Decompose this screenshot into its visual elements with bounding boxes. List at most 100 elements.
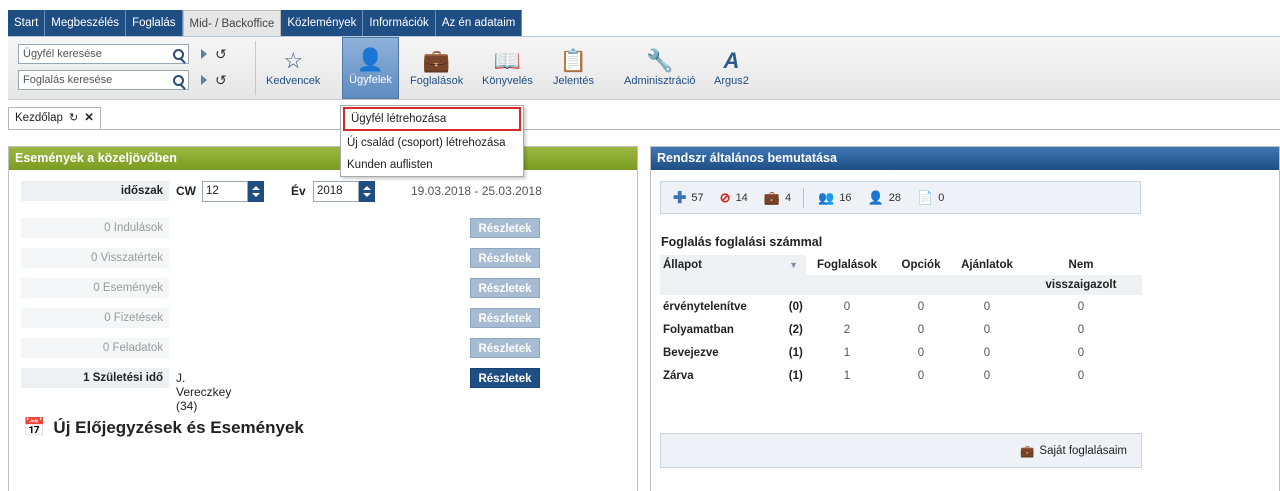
stat-value: 0: [938, 191, 945, 204]
new-events-title: Új Előjegyzések és Események: [53, 417, 304, 437]
search-icon[interactable]: [173, 74, 184, 86]
stat-documents[interactable]: 📄 0: [917, 190, 944, 206]
stat-clients[interactable]: 👤 28: [868, 190, 901, 206]
toolbar-administration-button[interactable]: 🔧 Adminisztráció: [624, 37, 696, 99]
column-header: Nem: [1068, 259, 1094, 271]
count-cell: (0): [788, 300, 803, 313]
tab-az-en-adataim[interactable]: Az én adataim: [435, 10, 523, 36]
year-value[interactable]: 2018: [313, 181, 359, 202]
table-row[interactable]: Zárva (1) 1 0 0 0: [660, 364, 1142, 387]
toolbar-argus2-button[interactable]: A Argus2: [714, 37, 749, 99]
toolbar-label: Jelentés: [553, 75, 594, 87]
menu-item-list-clients[interactable]: Kunden auflisten: [341, 154, 523, 176]
event-label: 0 Események: [21, 278, 169, 298]
year-stepper[interactable]: 2018: [313, 181, 375, 202]
page-tab-label: Kezdőlap: [15, 112, 63, 124]
customer-icon: 👤: [356, 47, 385, 72]
count-cell: (1): [788, 369, 803, 382]
my-bookings-label: Saját foglalásaim: [1039, 444, 1127, 457]
report-icon: 📋: [559, 48, 588, 73]
tab-kozlemenyek[interactable]: Közlemények: [281, 10, 364, 36]
offers-cell: 0: [983, 300, 991, 313]
details-button[interactable]: Részletek: [470, 308, 540, 328]
panel-title: Rendszr általános bemutatása: [651, 147, 1279, 170]
spinner-icon[interactable]: [248, 181, 264, 202]
blocked-icon: ⊘: [719, 189, 731, 205]
offers-cell: 0: [983, 346, 991, 359]
my-bookings-footer: 💼 Saját foglalásaim: [660, 433, 1142, 468]
tab-start[interactable]: Start: [8, 10, 46, 36]
booking-search-input[interactable]: Foglalás keresése: [18, 70, 189, 90]
page-tab-home[interactable]: Kezdőlap ↻ ✕: [8, 107, 101, 129]
toolbar-bookings-button[interactable]: 💼 Foglalások: [410, 37, 463, 99]
spinner-icon[interactable]: [359, 181, 375, 202]
toolbar-label: Ügyfelek: [349, 74, 392, 86]
stat-value: 4: [785, 191, 792, 204]
booking-search-row: Foglalás keresése ↺: [18, 70, 227, 90]
stat-groups[interactable]: 👥 16: [818, 190, 851, 206]
close-icon[interactable]: ✕: [84, 108, 94, 129]
cw-value[interactable]: 12: [202, 181, 248, 202]
period-row: időszak CW 12 Év 2018 19.03.2018 - 25.03…: [21, 181, 631, 202]
details-button[interactable]: Részletek: [470, 368, 540, 388]
period-label: időszak: [21, 181, 169, 201]
document-icon: 📄: [917, 189, 934, 205]
stat-bookings[interactable]: 💼 4: [764, 190, 791, 206]
event-label: 0 Fizetések: [21, 308, 169, 328]
toolbar-customers-button[interactable]: 👤 Ügyfelek: [342, 37, 399, 99]
details-button[interactable]: Részletek: [470, 338, 540, 358]
tab-informaciok[interactable]: Információk: [363, 10, 436, 36]
stat-value: 14: [735, 191, 748, 204]
toolbar-separator: [255, 41, 256, 95]
menu-item-create-client[interactable]: Ügyfél létrehozása: [343, 107, 521, 131]
search-icon[interactable]: [173, 48, 184, 60]
stat-cancelled[interactable]: ⊘ 14: [720, 190, 748, 206]
count-cell: (2): [788, 323, 803, 336]
panel-title: Események a közeljövőben: [9, 147, 637, 170]
toolbar-label: Argus2: [714, 75, 749, 87]
argus-icon: A: [723, 48, 740, 73]
count-cell: (1): [788, 346, 803, 359]
details-button[interactable]: Részletek: [470, 278, 540, 298]
book-icon: 📖: [493, 48, 522, 73]
unconfirmed-cell: 0: [1077, 346, 1085, 359]
table-header-row: visszaigazolt: [660, 275, 1142, 295]
toolbar-accounting-button[interactable]: 📖 Könyvelés: [482, 37, 533, 99]
play-arrow-icon[interactable]: [201, 49, 207, 59]
refresh-icon[interactable]: ↻: [69, 108, 78, 129]
details-button[interactable]: Részletek: [470, 218, 540, 238]
bookings-cell: 0: [843, 300, 851, 313]
bookings-cell: 1: [843, 346, 851, 359]
tab-megbeszeles[interactable]: Megbeszélés: [45, 10, 127, 36]
play-arrow-icon[interactable]: [201, 75, 207, 85]
table-row[interactable]: érvénytelenítve (0) 0 0 0 0: [660, 295, 1142, 318]
toolbar-report-button[interactable]: 📋 Jelentés: [553, 37, 594, 99]
tab-mid-backoffice[interactable]: Mid- / Backoffice: [182, 10, 282, 36]
my-bookings-link[interactable]: 💼 Saját foglalásaim: [1020, 444, 1127, 458]
history-icon[interactable]: ↺: [215, 72, 227, 89]
chevron-down-icon[interactable]: ▼: [789, 260, 798, 270]
state-column-select[interactable]: Állapot ▼: [660, 255, 806, 275]
toolbar-favorites-button[interactable]: ☆ Kedvencek: [266, 37, 320, 99]
event-detail: J. Vereczkey (34): [176, 371, 232, 413]
table-row[interactable]: Bevejezve (1) 1 0 0 0: [660, 341, 1142, 364]
unconfirmed-cell: 0: [1077, 369, 1085, 382]
options-cell: 0: [917, 300, 925, 313]
menu-item-create-family[interactable]: Új család (csoport) létrehozása: [341, 132, 523, 154]
suitcase-icon: 💼: [763, 189, 780, 205]
users-icon: 👥: [818, 189, 835, 205]
upcoming-events-panel: Események a közeljövőben időszak CW 12 É…: [8, 146, 638, 491]
table-row[interactable]: Folyamatban (2) 2 0 0 0: [660, 318, 1142, 341]
tab-foglalas[interactable]: Foglalás: [126, 10, 183, 36]
booking-search-placeholder: Foglalás keresése: [23, 74, 113, 86]
offers-cell: 0: [983, 323, 991, 336]
toolbar-label: Kedvencek: [266, 75, 321, 87]
cw-stepper[interactable]: 12: [202, 181, 264, 202]
plus-icon: ✚: [673, 189, 687, 207]
client-search-input[interactable]: Ügyfél keresése: [18, 44, 189, 64]
history-icon[interactable]: ↺: [215, 46, 227, 63]
details-button[interactable]: Részletek: [470, 248, 540, 268]
stat-new[interactable]: ✚ 57: [673, 188, 704, 208]
user-icon: 👤: [867, 189, 884, 205]
calendar-add-icon: 📅: [23, 417, 46, 437]
